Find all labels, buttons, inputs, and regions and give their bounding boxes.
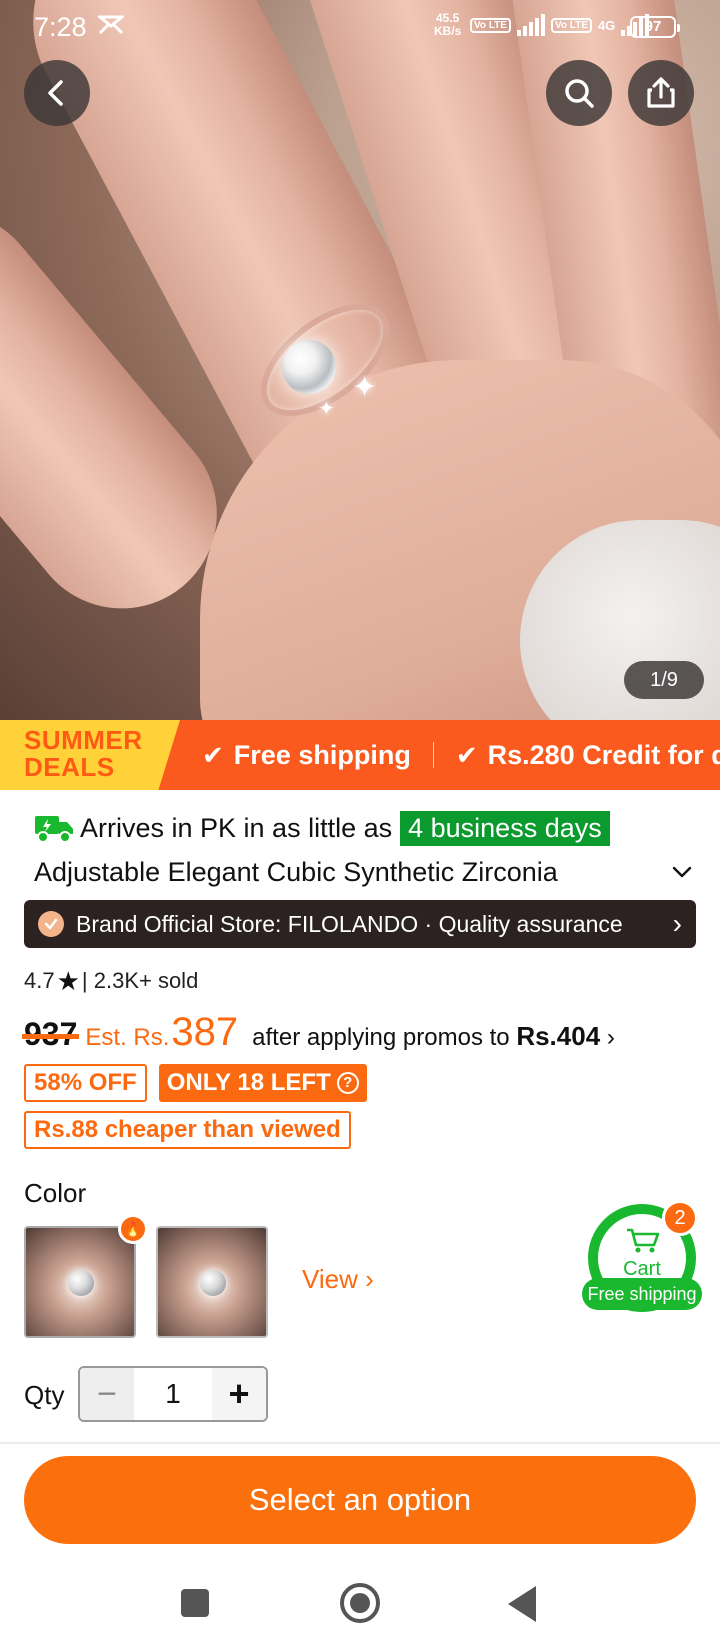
price-row: 937 Est. Rs. 387 after applying promos t… (21, 1010, 615, 1060)
after-promo-price: Rs.404 (516, 1021, 601, 1051)
discount-tag: 58% OFF (24, 1064, 147, 1102)
share-icon (647, 77, 675, 108)
back-button[interactable] (24, 60, 90, 126)
rating-row[interactable]: 4.7 ★ | 2.3K+ sold (24, 966, 198, 996)
color-swatch-2[interactable] (156, 1226, 268, 1338)
sparkle-icon: ✦ (318, 398, 335, 420)
delivery-estimate: Arrives in PK in as little as 4 business… (34, 808, 610, 848)
product-image[interactable]: ✦ ✦ (0, 0, 720, 720)
promo-free-shipping: Free shipping (233, 739, 411, 770)
network-speed: 45.5 KB/s (434, 12, 461, 38)
est-price-value: 387 (171, 1010, 239, 1054)
summer-deals-line2: DEALS (24, 752, 115, 782)
est-price-label: Est. Rs. (85, 1024, 170, 1051)
quantity-stepper: − 1 + (78, 1366, 268, 1422)
check-icon: ✔ (455, 739, 478, 770)
free-shipping-pill: Free shipping (582, 1278, 702, 1310)
chevron-right-icon: › (365, 1264, 374, 1294)
image-counter: 1/9 (624, 661, 704, 699)
swatch-gem-shape (68, 1270, 94, 1296)
promo-credit: Rs.280 Credit for d (487, 739, 720, 770)
chevron-right-icon: › (606, 1024, 615, 1051)
store-label: Brand Official Store: FILOLANDO · Qualit… (76, 910, 623, 937)
ring-stone-shape (282, 340, 336, 394)
after-promo-text: after applying promos to (252, 1024, 510, 1051)
verified-badge-icon (38, 911, 64, 937)
brand-store-banner[interactable]: Brand Official Store: FILOLANDO · Qualit… (24, 900, 696, 948)
share-button[interactable] (628, 60, 694, 126)
cart-icon (627, 1228, 660, 1253)
sold-count: | 2.3K+ sold (81, 968, 199, 993)
original-price: 937 (21, 1016, 80, 1052)
recents-icon[interactable] (181, 1589, 209, 1617)
home-icon[interactable] (340, 1583, 380, 1623)
chevron-right-icon: › (672, 908, 682, 939)
network-type: 4G (597, 17, 616, 33)
notification-icon (95, 14, 127, 41)
swatch-gem-shape (200, 1270, 226, 1296)
product-title-row[interactable]: Adjustable Elegant Cubic Synthetic Zirco… (34, 852, 694, 892)
qty-value[interactable]: 1 (134, 1368, 212, 1420)
battery-icon: 97 (630, 16, 680, 38)
search-button[interactable] (546, 60, 612, 126)
cart-count-badge: 2 (662, 1200, 698, 1236)
cart-widget[interactable]: Cart 2 Free shipping (580, 1200, 704, 1312)
chevron-left-icon (48, 80, 63, 106)
status-bar: 7:28 45.5 KB/s Vo LTE Vo LTE 4G 97 (0, 0, 720, 54)
delivery-label: Arrives in PK in as little as (80, 812, 393, 843)
view-options-link[interactable]: View › (302, 1264, 374, 1295)
price-tags: 58% OFF ONLY 18 LEFT ? (24, 1064, 367, 1102)
signal-icon (516, 14, 545, 36)
select-option-button[interactable]: Select an option (24, 1456, 696, 1544)
qty-decrease-button[interactable]: − (80, 1368, 134, 1420)
qty-increase-button[interactable]: + (212, 1368, 266, 1420)
view-label: View (302, 1264, 358, 1294)
promo-price-info[interactable]: after applying promos to Rs.404 › (252, 1021, 615, 1052)
rating-value: 4.7 (24, 968, 55, 993)
promo-divider (432, 742, 434, 768)
status-icons: Vo LTE Vo LTE 4G (470, 14, 650, 36)
volte-icon: Vo LTE (550, 17, 592, 33)
fire-icon: 🔥 (118, 1214, 148, 1244)
volte-icon: Vo LTE (470, 17, 511, 33)
promo-banner[interactable]: SUMMER DEALS ✔ Free shipping ✔ Rs.280 Cre… (0, 720, 720, 790)
delivery-days-badge: 4 business days (400, 810, 610, 846)
check-icon: ✔ (202, 739, 224, 770)
delivery-truck-icon (35, 816, 73, 843)
stock-tag-label: ONLY 18 LEFT (166, 1069, 331, 1096)
sparkle-icon: ✦ (352, 371, 378, 404)
network-speed-value: 45.5 (435, 11, 460, 25)
back-nav-icon[interactable] (508, 1586, 536, 1622)
search-icon (565, 79, 594, 108)
network-speed-unit: KB/s (434, 24, 462, 38)
star-icon: ★ (56, 965, 80, 996)
chevron-down-icon[interactable] (670, 860, 694, 884)
cheaper-tag: Rs.88 cheaper than viewed (24, 1111, 351, 1149)
qty-label: Qty (24, 1380, 65, 1410)
question-icon: ? (336, 1072, 359, 1094)
summer-deals-line1: SUMMER (24, 725, 143, 755)
system-nav-bar (0, 1560, 720, 1650)
color-label: Color (24, 1178, 87, 1208)
summer-deals-badge: SUMMER DEALS (0, 720, 180, 790)
status-time: 7:28 (34, 12, 87, 42)
divider (0, 1442, 720, 1444)
product-title: Adjustable Elegant Cubic Synthetic Zirco… (34, 856, 558, 887)
stock-tag[interactable]: ONLY 18 LEFT ? (158, 1064, 367, 1102)
color-swatch-1[interactable] (24, 1226, 136, 1338)
